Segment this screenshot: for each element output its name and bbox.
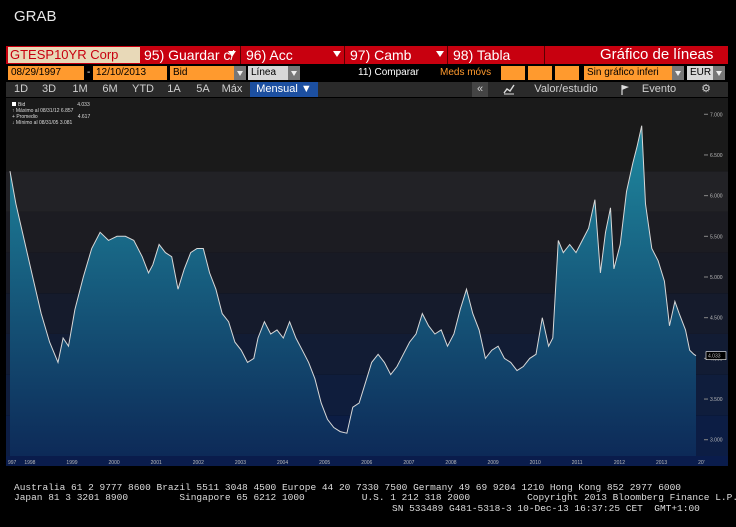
x-tick-label: 2013: [656, 460, 667, 466]
frequency-label: Mensual: [256, 83, 298, 95]
period-toolbar: 1D 3D 1M 6M YTD 1A 5A Máx Mensual ▼ « Va…: [6, 82, 728, 97]
currency-dropdown-icon[interactable]: [713, 66, 725, 80]
price-chart[interactable]: 7.0006.5006.0005.5005.0004.5004.0003.500…: [6, 98, 728, 466]
footer-serial-line: SN 533489 G481-5318-3 10-Dec-13 16:37:25…: [392, 503, 700, 514]
actions-button[interactable]: 96) Acc: [246, 46, 293, 64]
x-tick-label: 1999: [66, 460, 77, 466]
period-tab-1m[interactable]: 1M: [68, 82, 92, 97]
y-tick-label: 6.500: [710, 153, 723, 159]
currency-select[interactable]: EUR: [687, 66, 713, 80]
chart-canvas: 7.0006.5006.0005.5005.0004.5004.0003.500…: [6, 98, 728, 466]
save-dropdown-icon[interactable]: [228, 51, 236, 57]
x-tick-label: 2006: [361, 460, 372, 466]
period-tab-1a[interactable]: 1A: [164, 82, 184, 97]
legend-min-label: Mínimo al 08/31/05: [15, 120, 59, 126]
chart-type-select[interactable]: Línea: [248, 66, 288, 80]
save-button[interactable]: 95) Guardar c/: [144, 46, 234, 64]
moving-average-button[interactable]: Meds móvs: [440, 66, 491, 80]
period-tab-6m[interactable]: 6M: [98, 82, 122, 97]
legend-series-value: 4.033: [77, 102, 90, 108]
actions-dropdown-icon[interactable]: [333, 51, 341, 57]
frequency-select[interactable]: Mensual ▼: [250, 82, 318, 97]
x-tick-label: 2000: [109, 460, 120, 466]
ticker-field[interactable]: GTESP10YR Corp: [8, 47, 140, 63]
compare-button[interactable]: 11) Comparar: [358, 66, 419, 80]
period-tab-3d[interactable]: 3D: [38, 82, 60, 97]
field-dropdown-icon[interactable]: [234, 66, 246, 80]
table-button[interactable]: 98) Tabla: [453, 46, 510, 64]
legend-avg-value: 4.617: [77, 114, 91, 120]
window-title: GRAB: [14, 8, 57, 25]
period-tab-1d[interactable]: 1D: [10, 82, 32, 97]
series-swatch: [12, 102, 16, 106]
view-title: Gráfico de líneas: [600, 46, 714, 63]
period-tab-max[interactable]: Máx: [219, 82, 245, 97]
x-tick-label: 2007: [403, 460, 414, 466]
y-tick-label: 4.500: [710, 316, 723, 322]
event-icon[interactable]: [618, 82, 632, 97]
x-tick-label: 2012: [614, 460, 625, 466]
x-tick-label: 2011: [572, 460, 583, 466]
chart-mode-dropdown-icon[interactable]: [672, 66, 684, 80]
end-date-input[interactable]: 12/10/2013: [93, 66, 167, 80]
x-tick-label: 20': [698, 460, 705, 466]
value-study-button[interactable]: Valor/estudio: [526, 82, 606, 97]
chart-legend: Bid 4.033 ↑ Máximo al 08/31/12 6.857 + Pr…: [12, 102, 91, 126]
y-tick-label: 3.500: [710, 397, 723, 403]
y-tick-label: 7.000: [710, 112, 723, 118]
x-tick-label: 2001: [151, 460, 162, 466]
x-tick-label: 2002: [193, 460, 204, 466]
moving-average-input-1[interactable]: [501, 66, 525, 80]
y-tick-label: 3.000: [710, 438, 723, 444]
date-separator: -: [87, 67, 91, 78]
x-tick-label: 2005: [319, 460, 330, 466]
y-tick-label: 5.000: [710, 275, 723, 281]
x-tick-label: 2004: [277, 460, 288, 466]
change-dropdown-icon[interactable]: [436, 51, 444, 57]
collapse-nav-button[interactable]: «: [472, 82, 488, 97]
x-tick-label: 997: [8, 460, 17, 466]
x-tick-label: 2010: [530, 460, 541, 466]
y-tick-label: 5.500: [710, 234, 723, 240]
x-tick-label: 2009: [488, 460, 499, 466]
period-tab-ytd[interactable]: YTD: [128, 82, 158, 97]
chart-background-band: [6, 171, 728, 212]
period-tab-5a[interactable]: 5A: [192, 82, 214, 97]
legend-min-value: 3.081: [59, 120, 73, 126]
x-tick-label: 1998: [24, 460, 35, 466]
settings-gear-icon[interactable]: ⚙: [694, 82, 718, 97]
x-tick-label: 2008: [445, 460, 456, 466]
start-date-input[interactable]: 08/29/1997: [8, 66, 84, 80]
footer-contacts-line-2: Japan 81 3 3201 8900 Singapore 65 6212 1…: [14, 492, 736, 503]
line-chart-icon[interactable]: [502, 82, 516, 97]
y-tick-label: 6.000: [710, 194, 723, 200]
moving-average-input-3[interactable]: [555, 66, 579, 80]
chevron-down-icon: ▼: [300, 83, 312, 95]
field-select[interactable]: Bid: [170, 66, 234, 80]
change-button[interactable]: 97) Camb: [350, 46, 411, 64]
chart-mode-select[interactable]: Sin gráfico inferi: [584, 66, 672, 80]
chart-background-band: [6, 98, 728, 172]
moving-average-input-2[interactable]: [528, 66, 552, 80]
x-tick-label: 2003: [235, 460, 246, 466]
command-bar: GTESP10YR Corp 95) Guardar c/ 96) Acc 97…: [6, 46, 728, 64]
event-button[interactable]: Evento: [634, 82, 684, 97]
chart-type-dropdown-icon[interactable]: [288, 66, 300, 80]
last-value-label: 4.033: [708, 354, 721, 360]
